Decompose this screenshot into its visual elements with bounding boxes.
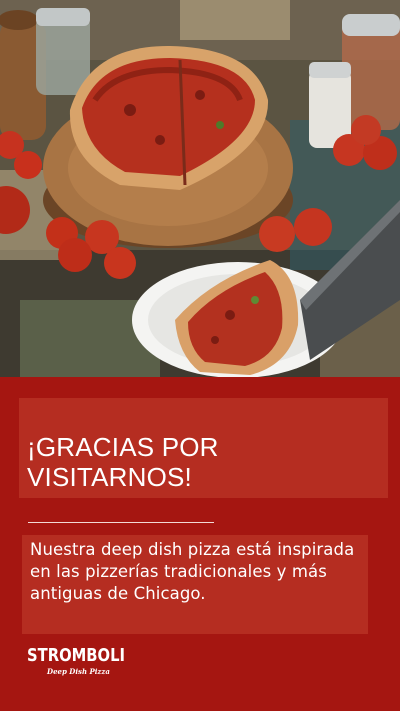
divider-line	[28, 522, 214, 523]
stromboli-logo[interactable]: STROMBOLI Deep Dish Pizza	[27, 645, 126, 680]
logo-tagline: Deep Dish Pizza	[47, 667, 110, 676]
description-text: Nuestra deep dish pizza está inspirada e…	[30, 540, 355, 603]
story-screen: ¡GRACIAS POR VISITARNOS! Nuestra deep di…	[0, 0, 400, 711]
headline-panel: ¡GRACIAS POR VISITARNOS!	[19, 398, 388, 498]
hero-photo	[0, 0, 400, 377]
logo-name: STROMBOLI	[27, 645, 126, 666]
headline: ¡GRACIAS POR VISITARNOS!	[27, 432, 219, 492]
description-panel: Nuestra deep dish pizza está inspirada e…	[22, 535, 368, 634]
deep-dish-pizza-photo	[0, 0, 400, 377]
